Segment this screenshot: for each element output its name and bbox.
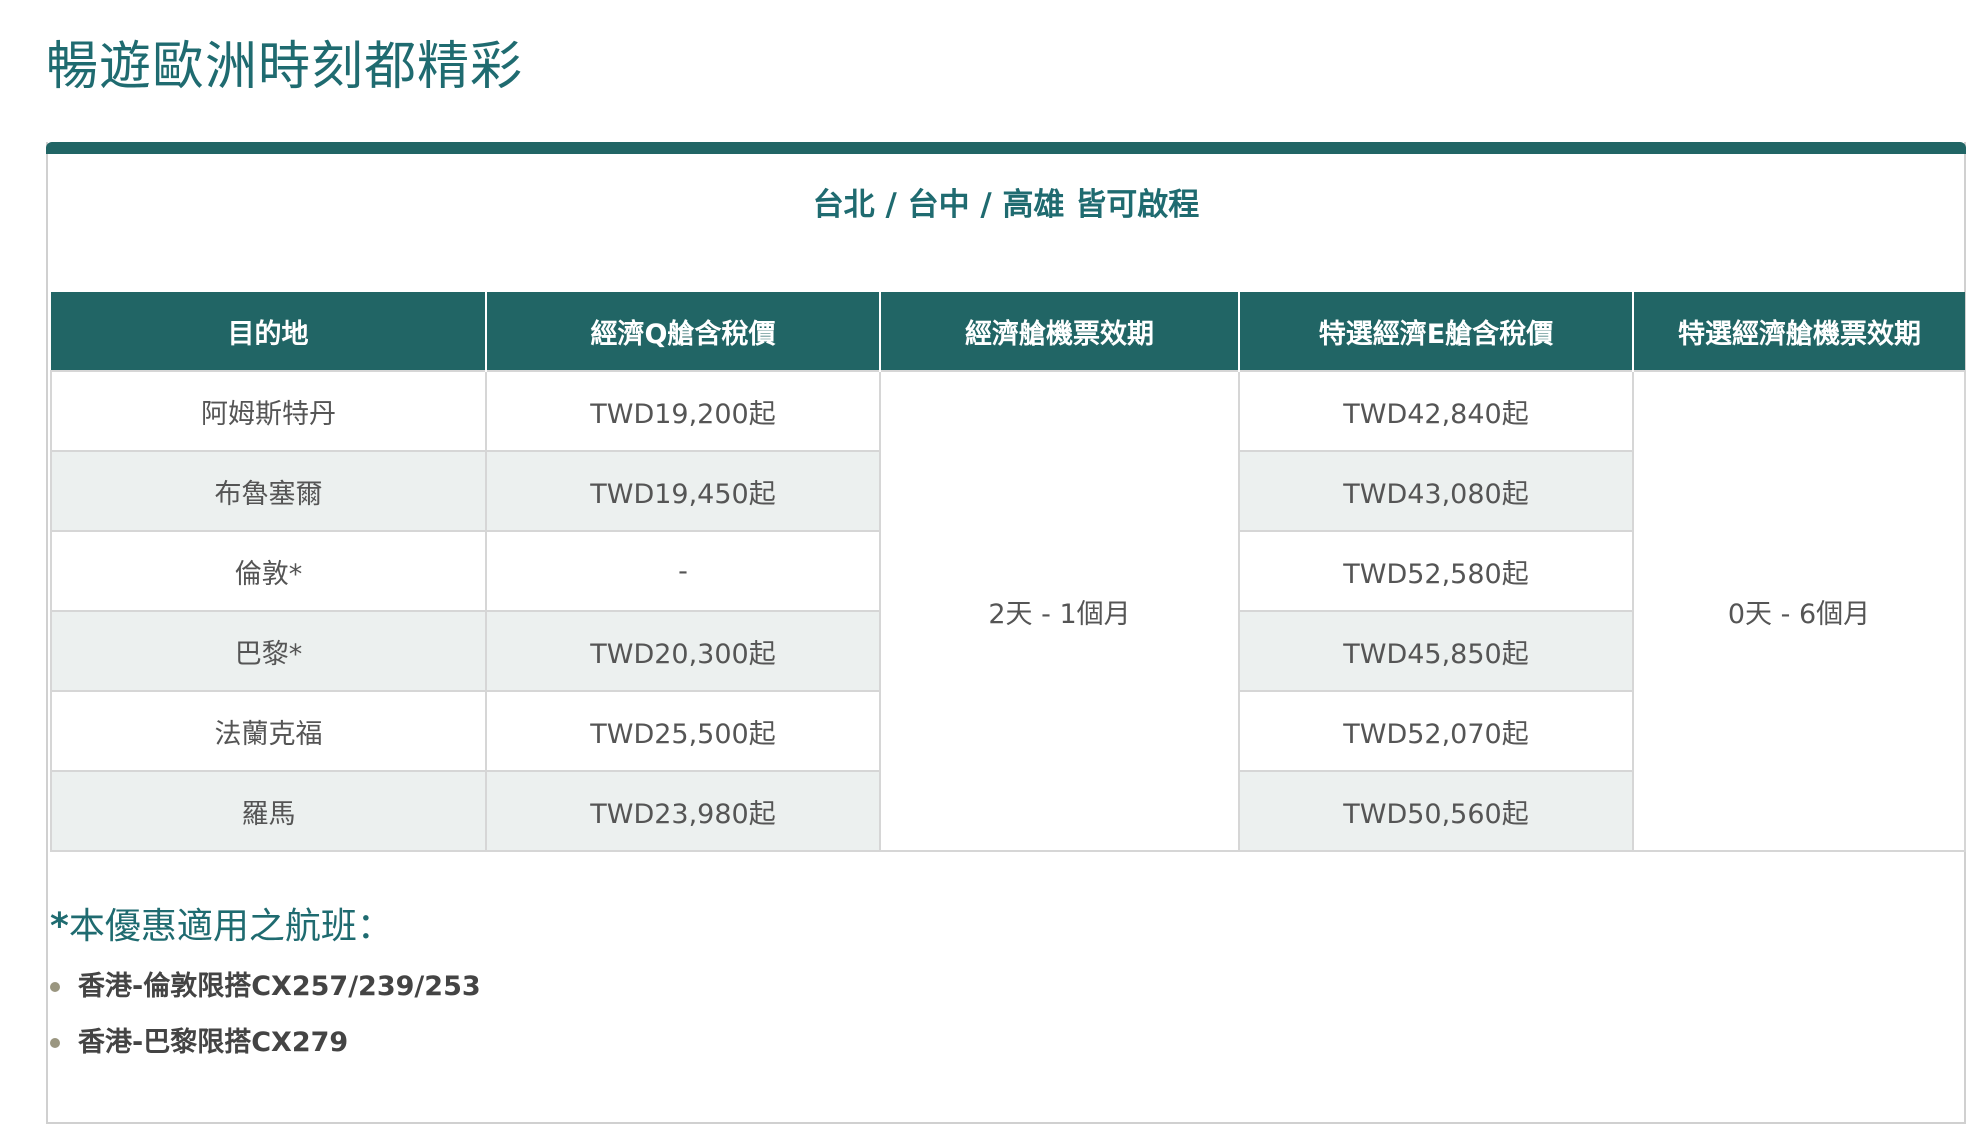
header-premium-price: 特選經濟E艙含稅價 <box>1239 292 1634 371</box>
premium-price-cell: TWD50,560起 <box>1238 770 1634 852</box>
header-economy-validity: 經濟艙機票效期 <box>880 292 1240 371</box>
note-text: 香港-巴黎限搭CX279 <box>78 1027 349 1058</box>
card-accent-bar <box>46 142 1966 154</box>
page-title: 暢遊歐洲時刻都精彩 <box>46 37 524 97</box>
table-row: 阿姆斯特丹 TWD19,200起 2天 - 1個月 TWD42,840起 0天 … <box>50 370 1966 852</box>
economy-price-cell: TWD19,450起 <box>485 450 881 532</box>
destination-cell: 布魯塞爾 <box>50 450 487 532</box>
destination-cell: 法蘭克福 <box>50 690 487 772</box>
notes-list: 香港-倫敦限搭CX257/239/253 香港-巴黎限搭CX279 <box>50 968 481 1080</box>
destination-cell: 巴黎* <box>50 610 487 692</box>
premium-validity-cell: 0天 - 6個月 <box>1632 370 1966 852</box>
premium-price-cell: TWD43,080起 <box>1238 450 1634 532</box>
economy-price-cell: TWD20,300起 <box>485 610 881 692</box>
table-header-row: 目的地 經濟Q艙含稅價 經濟艙機票效期 特選經濟E艙含稅價 特選經濟艙機票效期 <box>51 292 1965 371</box>
destination-cell: 阿姆斯特丹 <box>50 370 487 452</box>
economy-price-cell: TWD19,200起 <box>485 370 881 452</box>
header-economy-price: 經濟Q艙含稅價 <box>486 292 881 371</box>
list-item: 香港-巴黎限搭CX279 <box>50 1024 481 1062</box>
premium-price-cell: TWD52,070起 <box>1238 690 1634 772</box>
header-destination: 目的地 <box>51 292 487 371</box>
notes-heading-text: 本優惠適用之航班： <box>68 906 393 947</box>
premium-price-cell: TWD42,840起 <box>1238 370 1634 452</box>
header-premium-validity: 特選經濟艙機票效期 <box>1633 292 1965 371</box>
economy-validity-cell: 2天 - 1個月 <box>879 370 1240 852</box>
premium-price-cell: TWD45,850起 <box>1238 610 1634 692</box>
notes-asterisk: * <box>50 906 69 947</box>
premium-price-cell: TWD52,580起 <box>1238 530 1634 612</box>
departure-cities-heading: 台北 / 台中 / 高雄 皆可啟程 <box>812 187 1200 223</box>
notes-heading: *本優惠適用之航班： <box>50 902 393 952</box>
destination-cell: 羅馬 <box>50 770 487 852</box>
fare-card: 台北 / 台中 / 高雄 皆可啟程 目的地 經濟Q艙含稅價 經濟艙機票效期 特選… <box>46 142 1966 1124</box>
economy-price-cell: - <box>485 530 881 612</box>
list-item: 香港-倫敦限搭CX257/239/253 <box>50 968 481 1006</box>
economy-price-cell: TWD25,500起 <box>485 690 881 772</box>
economy-price-cell: TWD23,980起 <box>485 770 881 852</box>
bullet-icon <box>50 1038 60 1048</box>
bullet-icon <box>50 982 60 992</box>
note-text: 香港-倫敦限搭CX257/239/253 <box>78 971 481 1002</box>
destination-cell: 倫敦* <box>50 530 487 612</box>
fare-table: 目的地 經濟Q艙含稅價 經濟艙機票效期 特選經濟E艙含稅價 特選經濟艙機票效期 … <box>50 292 1966 852</box>
